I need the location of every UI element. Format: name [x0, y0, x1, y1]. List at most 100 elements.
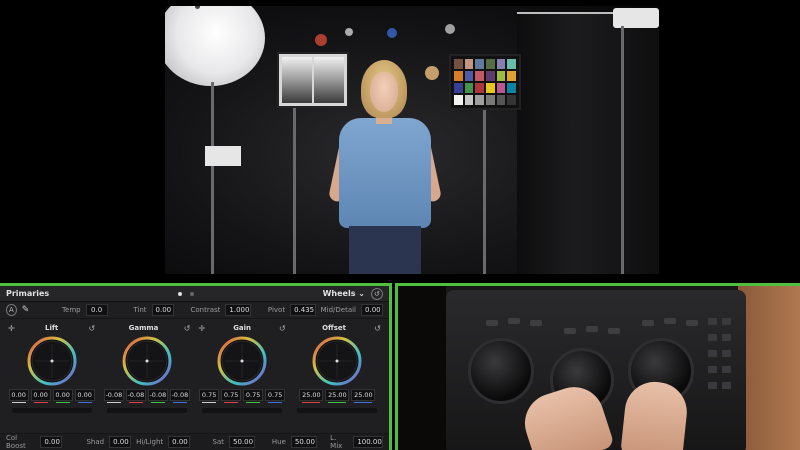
light-stand	[211, 82, 214, 274]
panel-button	[722, 350, 731, 357]
mode-selector[interactable]: Wheels ⌄	[323, 289, 365, 298]
gain-wheel-block: ✛ Gain ↺ 0.75 0.75 0.75 0.75	[195, 322, 290, 413]
panel-button	[708, 366, 717, 373]
crosshair-icon[interactable]: ✛	[199, 324, 206, 333]
offset-wheel[interactable]	[312, 336, 362, 386]
reset-icon[interactable]: ↺	[370, 287, 383, 300]
page-dot[interactable]	[189, 291, 194, 296]
chart-stand	[483, 110, 486, 274]
knob	[586, 326, 598, 332]
gain-label: Gain	[233, 324, 252, 332]
gamma-label: Gamma	[128, 324, 159, 332]
sat-field[interactable]: 50.00	[229, 436, 255, 448]
primaries-panel: Primaries Wheels ⌄ ↺ A ✎ Temp 0.0 Tint 0…	[0, 283, 392, 450]
lift-master-slider[interactable]	[11, 408, 92, 413]
control-surface-view	[395, 283, 800, 450]
knob	[530, 320, 542, 326]
knob	[508, 318, 520, 324]
gain-b-value[interactable]: 0.75	[265, 389, 286, 403]
temp-label: Temp	[61, 306, 81, 314]
panel-button	[708, 382, 717, 389]
lmix-field[interactable]: 100.00	[353, 436, 383, 448]
panel-button	[722, 334, 731, 341]
lamp-head	[613, 8, 659, 28]
lift-y-value[interactable]: 0.00	[8, 389, 29, 403]
subject-shirt	[339, 118, 431, 228]
panel-button	[708, 350, 717, 357]
col-boost-label: Col Boost	[6, 434, 26, 450]
pivot-field[interactable]: 0.435	[290, 304, 316, 316]
panel-button	[722, 366, 731, 373]
offset-b-value[interactable]: 25.00	[351, 389, 376, 403]
pivot-label: Pivot	[267, 306, 286, 314]
offset-master-slider[interactable]	[297, 408, 378, 413]
gain-master-slider[interactable]	[202, 408, 283, 413]
gamma-r-value[interactable]: -0.08	[125, 389, 146, 403]
knob	[686, 320, 698, 326]
hilight-field[interactable]: 0.00	[168, 436, 191, 448]
panel-button	[722, 382, 731, 389]
panel-button	[722, 318, 731, 325]
gamma-master-slider[interactable]	[106, 408, 187, 413]
shad-label: Shad	[86, 438, 105, 446]
knob	[608, 328, 620, 334]
gain-r-value[interactable]: 0.75	[221, 389, 242, 403]
offset-label: Offset	[322, 324, 346, 332]
panel-button	[708, 334, 717, 341]
bokeh-light	[425, 66, 439, 80]
hue-field[interactable]: 50.00	[290, 436, 317, 448]
bokeh-light	[387, 28, 397, 38]
sat-label: Sat	[212, 438, 225, 446]
lift-b-value[interactable]: 0.00	[74, 389, 95, 403]
softbox-light	[165, 6, 265, 86]
gamma-g-value[interactable]: -0.08	[147, 389, 168, 403]
video-viewer	[165, 6, 659, 274]
temp-field[interactable]: 0.0	[85, 304, 108, 316]
bokeh-light	[345, 28, 353, 36]
page-dot[interactable]	[177, 291, 182, 296]
crosshair-icon[interactable]: ✛	[8, 324, 15, 333]
gain-g-value[interactable]: 0.75	[243, 389, 264, 403]
reset-icon[interactable]: ↺	[279, 324, 286, 333]
auto-balance-icon[interactable]: A	[6, 304, 17, 316]
adjust-bar: A ✎ Temp 0.0 Tint 0.00 Contrast 1.000 Pi…	[0, 302, 389, 319]
eyedropper-icon[interactable]: ✎	[22, 305, 30, 315]
subject-pants	[349, 226, 421, 274]
hue-label: Hue	[271, 438, 286, 446]
lmix-label: L. Mix	[330, 434, 343, 450]
light-stand	[621, 26, 624, 274]
panel-header: Primaries Wheels ⌄ ↺	[0, 286, 389, 302]
shad-field[interactable]: 0.00	[109, 436, 132, 448]
gamma-b-value[interactable]: -0.08	[169, 389, 190, 403]
lift-r-value[interactable]: 0.00	[30, 389, 51, 403]
hilight-label: Hi/Light	[136, 438, 164, 446]
mid-detail-field[interactable]: 0.00	[361, 304, 384, 316]
panel-button	[708, 318, 717, 325]
contrast-field[interactable]: 1.000	[225, 304, 251, 316]
gain-y-value[interactable]: 0.75	[199, 389, 220, 403]
gamma-y-value[interactable]: -0.08	[103, 389, 124, 403]
lift-wheel[interactable]	[27, 336, 77, 386]
gain-wheel[interactable]	[217, 336, 267, 386]
tint-field[interactable]: 0.00	[151, 304, 174, 316]
knob	[642, 320, 654, 326]
reset-icon[interactable]: ↺	[374, 324, 381, 333]
tint-label: Tint	[133, 306, 147, 314]
color-wheels: ✛ Lift ↺ 0.00 0.00 0.00 0.00 Gamma ↺ -0.…	[0, 319, 389, 413]
bokeh-light	[315, 34, 327, 46]
color-checker-chart	[449, 54, 521, 110]
subject-face	[370, 72, 398, 112]
offset-g-value[interactable]: 25.00	[325, 389, 350, 403]
grey-chart	[277, 52, 349, 108]
gamma-wheel[interactable]	[122, 336, 172, 386]
reset-icon[interactable]: ↺	[89, 324, 96, 333]
offset-wheel-block: Offset ↺ 25.00 25.00 25.00	[290, 322, 385, 413]
reset-icon[interactable]: ↺	[184, 324, 191, 333]
page-dots	[177, 291, 194, 296]
offset-r-value[interactable]: 25.00	[299, 389, 324, 403]
chevron-down-icon: ⌄	[358, 289, 365, 298]
wood-desk	[738, 286, 800, 450]
bottom-adjust-bar: Col Boost 0.00 Shad 0.00 Hi/Light 0.00 S…	[0, 433, 389, 450]
lift-g-value[interactable]: 0.00	[52, 389, 73, 403]
col-boost-field[interactable]: 0.00	[40, 436, 63, 448]
